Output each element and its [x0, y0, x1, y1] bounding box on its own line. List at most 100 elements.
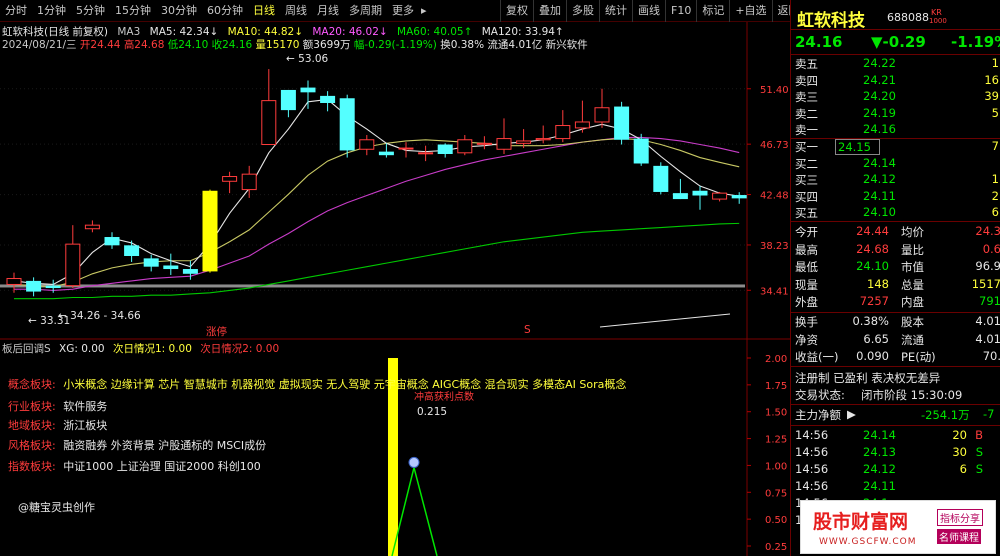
stat-value-2: 24.3 — [975, 224, 1000, 238]
ask-volume: 16 — [984, 72, 999, 87]
bid-row[interactable]: 买四 24.11 2 — [791, 189, 1000, 206]
candle[interactable] — [653, 162, 669, 195]
toolbar-button[interactable]: 叠加 — [533, 0, 566, 22]
indicator-pane[interactable]: 2.00 1.75 1.50 1.25 1.00 0.75 0.50 0.25 板后回调S X… — [0, 340, 790, 556]
stat2-label-2: 流通 — [901, 332, 924, 347]
region-label: 地域板块: — [8, 419, 56, 432]
ad-tag-share[interactable]: 指标分享 — [937, 509, 983, 526]
ask-row[interactable]: 卖四 24.21 16 — [791, 73, 1000, 90]
candle[interactable] — [339, 94, 355, 158]
bid-row[interactable]: 买二 24.14 — [791, 156, 1000, 173]
tick-row: 14:56 24.11 — [791, 479, 1000, 496]
toolbar-button[interactable]: 画线 — [632, 0, 665, 22]
stat-value-1: 24.68 — [856, 241, 889, 256]
info-date: 2024/08/21/三 — [2, 39, 77, 51]
tick-price: 24.11 — [863, 479, 896, 493]
ask-row[interactable]: 卖二 24.19 5 — [791, 106, 1000, 123]
more-arrow-icon[interactable]: ▸ — [419, 0, 429, 22]
kline-svg[interactable]: 51.40 46.73 42.48 38.23 34.41 — [0, 22, 790, 340]
candle[interactable] — [712, 191, 728, 202]
candle[interactable] — [222, 171, 238, 194]
period-tab[interactable]: 60分钟 — [202, 0, 248, 22]
stat-row: 最高 24.68 量比 0.6 — [791, 242, 1000, 259]
stat-label-2: 量比 — [901, 242, 924, 257]
period-tab[interactable]: 30分钟 — [156, 0, 202, 22]
period-tab[interactable]: 更多 — [387, 0, 419, 22]
ad-tag-course[interactable]: 名师课程 — [937, 529, 981, 544]
stat2-label-2: 股本 — [901, 315, 924, 329]
candle[interactable] — [280, 89, 296, 118]
axis-label: 51.40 — [760, 85, 789, 96]
period-tab[interactable]: 月线 — [312, 0, 344, 22]
stat2-value-1: 0.090 — [856, 349, 889, 363]
bid-row[interactable]: 买五 24.10 6 — [791, 205, 1000, 222]
candle[interactable] — [241, 165, 257, 198]
toolbar-button[interactable]: 统计 — [599, 0, 632, 22]
bid-row[interactable]: 买三 24.12 1 — [791, 172, 1000, 189]
ask-row[interactable]: 卖一 24.16 — [791, 122, 1000, 139]
toolbar-button[interactable]: +自选 — [729, 0, 771, 22]
period-tab[interactable]: 日线 — [248, 0, 280, 22]
indicator-axis-label: 0.50 — [765, 515, 787, 526]
candle[interactable] — [320, 91, 336, 112]
tick-direction: S — [975, 462, 983, 476]
stat2-value-2: 70. — [982, 349, 1000, 363]
toolbar-button[interactable]: 复权 — [500, 0, 533, 22]
stat2-label-1: 净资 — [795, 332, 818, 347]
reference-band — [0, 284, 745, 288]
bid-label: 买五 — [795, 206, 818, 221]
toolbar-button[interactable]: F10 — [665, 0, 696, 22]
stat-label-2: 均价 — [901, 225, 924, 239]
candle[interactable] — [574, 100, 590, 133]
ask-row[interactable]: 卖五 24.22 1 — [791, 56, 1000, 73]
period-tabs: 分时 1分钟 5分钟 15分钟 30分钟 60分钟 日线 周线 月线 多周期 更多 — [0, 0, 419, 22]
toolbar-button[interactable]: 标记 — [696, 0, 729, 22]
candle[interactable] — [300, 80, 316, 109]
ask-row[interactable]: 卖三 24.20 39 — [791, 89, 1000, 106]
stat2-value-1: 6.65 — [863, 331, 889, 346]
candle[interactable] — [672, 178, 688, 200]
bid-price: 24.12 — [863, 172, 896, 187]
candle[interactable] — [359, 135, 375, 156]
tick-time: 14:56 — [795, 479, 829, 493]
bid-row[interactable]: 买一 24.15 7 — [791, 139, 1000, 156]
period-tab[interactable]: 周线 — [280, 0, 312, 22]
ad-banner[interactable]: 股市财富网 WWW.GSCFW.COM 指标分享 名师课程 — [800, 500, 996, 554]
candle[interactable] — [614, 101, 630, 145]
indicator-axis-label: 0.25 — [765, 542, 787, 553]
candle[interactable] — [437, 143, 453, 158]
ask-price: 24.21 — [863, 72, 896, 87]
period-tab[interactable]: 1分钟 — [32, 0, 71, 22]
candle[interactable] — [633, 133, 649, 166]
stat-row: 最低 24.10 市值 96.9 — [791, 259, 1000, 276]
period-tab[interactable]: 5分钟 — [71, 0, 110, 22]
kline-chart[interactable]: 51.40 46.73 42.48 38.23 34.41 虹软科技(日线 前复权) M… — [0, 22, 790, 340]
candle[interactable] — [496, 118, 512, 154]
candle[interactable] — [202, 189, 218, 273]
candle[interactable] — [692, 186, 708, 210]
period-tab[interactable]: 多周期 — [344, 0, 387, 22]
period-tab[interactable]: 15分钟 — [110, 0, 156, 22]
period-tab[interactable]: 分时 — [0, 0, 32, 22]
candle[interactable] — [594, 88, 610, 128]
candle[interactable] — [65, 225, 81, 289]
candle[interactable] — [124, 240, 140, 262]
stat-label-1: 今开 — [795, 225, 818, 239]
ad-url: WWW.GSCFW.COM — [819, 537, 917, 547]
bid-price: 24.11 — [863, 188, 896, 203]
candle[interactable] — [143, 254, 159, 272]
candle[interactable] — [398, 142, 414, 158]
candle[interactable] — [163, 253, 179, 275]
candle[interactable] — [261, 69, 277, 146]
candle[interactable] — [84, 220, 100, 233]
toolbar-button[interactable]: 多股 — [566, 0, 599, 22]
candle[interactable] — [418, 145, 434, 162]
candle[interactable] — [555, 110, 571, 143]
candle[interactable] — [457, 135, 473, 156]
candle[interactable] — [26, 277, 42, 297]
flow-pct: -7 — [983, 407, 995, 421]
stat2-value-2: 4.01 — [975, 331, 1000, 346]
tick-volume: 20 — [952, 428, 967, 442]
candle[interactable] — [731, 192, 747, 204]
candle[interactable] — [104, 232, 120, 249]
